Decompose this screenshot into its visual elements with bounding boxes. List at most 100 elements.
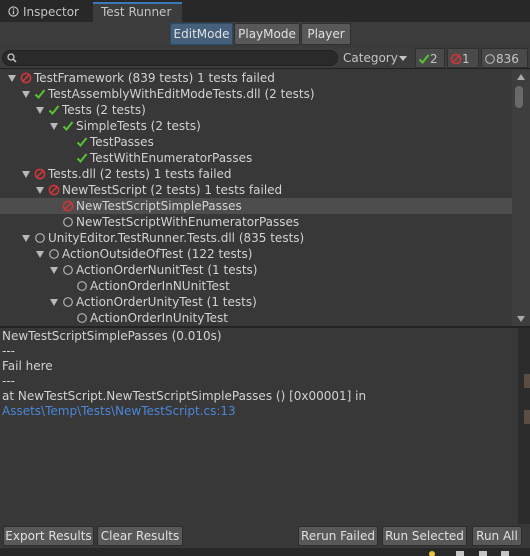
- tree-row-label: ActionOrderNunitTest (1 tests): [76, 263, 258, 277]
- source-file-link[interactable]: Assets\Temp\Tests\NewTestScript.cs:13: [2, 404, 516, 419]
- tree-row[interactable]: Tests (2 tests): [0, 102, 512, 118]
- not-run-icon: [63, 217, 73, 227]
- detail-message: Fail here: [2, 359, 53, 373]
- window-tab-bar: Inspector Test Runner: [0, 0, 530, 22]
- expand-arrow-icon[interactable]: [50, 123, 58, 130]
- search-input[interactable]: [2, 50, 338, 66]
- status-bar: [0, 548, 530, 556]
- build-icon: [501, 551, 509, 556]
- expand-arrow-icon[interactable]: [50, 267, 58, 274]
- playmode-toggle[interactable]: PlayMode: [234, 23, 300, 45]
- scroll-up-arrow-icon[interactable]: [517, 74, 525, 80]
- tree-row-label: ActionOutsideOfTest (122 tests): [62, 247, 253, 261]
- tree-row-label: TestAssemblyWithEditModeTests.dll (2 tes…: [48, 87, 315, 101]
- check-icon: [418, 54, 430, 64]
- failed-icon: [20, 72, 32, 84]
- failed-icon: [48, 184, 60, 196]
- player-toggle[interactable]: Player: [301, 23, 351, 45]
- run-selected-button[interactable]: Run Selected: [382, 526, 467, 546]
- side-panel-edge: [518, 328, 530, 524]
- scroll-down-arrow-icon[interactable]: [517, 316, 525, 322]
- edge-marker: [524, 410, 530, 424]
- network-icon: [456, 551, 464, 556]
- clear-results-button[interactable]: Clear Results: [97, 526, 183, 546]
- detail-separator: ---: [2, 344, 15, 358]
- expand-arrow-icon[interactable]: [36, 251, 44, 258]
- not-run-icon: [49, 249, 59, 259]
- category-dropdown[interactable]: Category: [341, 48, 411, 68]
- mode-toolbar: EditMode PlayMode Player: [0, 22, 530, 46]
- failed-icon: [62, 200, 74, 212]
- tab-test-runner[interactable]: Test Runner: [93, 2, 182, 22]
- expand-arrow-icon[interactable]: [8, 75, 16, 82]
- detail-stack-trace: at NewTestScript.NewTestScriptSimplePass…: [2, 389, 367, 403]
- not-run-icon: [63, 297, 73, 307]
- failed-icon: [450, 53, 462, 65]
- tree-row-label: ActionOrderInUnityTest: [90, 311, 228, 325]
- category-label: Category: [343, 51, 398, 65]
- tab-inspector[interactable]: Inspector: [0, 2, 92, 22]
- test-tree[interactable]: TestFramework (839 tests) 1 tests failed…: [0, 70, 512, 326]
- tree-row[interactable]: ActionOrderInNUnitTest: [0, 278, 512, 294]
- search-icon: [7, 53, 17, 63]
- not-run-icon: [77, 281, 87, 291]
- tree-row-label: Tests (2 tests): [62, 103, 146, 117]
- check-icon: [76, 137, 88, 147]
- tree-row[interactable]: ActionOrderInUnityTest: [0, 310, 512, 326]
- expand-arrow-icon[interactable]: [22, 171, 30, 178]
- dropdown-arrow-icon: [399, 56, 407, 61]
- tree-row[interactable]: UnityEditor.TestRunner.Tests.dll (835 te…: [0, 230, 512, 246]
- tree-row[interactable]: Tests.dll (2 tests) 1 tests failed: [0, 166, 512, 182]
- not-run-icon: [35, 233, 45, 243]
- detail-title: NewTestScriptSimplePasses (0.010s): [2, 329, 222, 343]
- tree-scrollbar[interactable]: [512, 70, 530, 326]
- run-all-button[interactable]: Run All: [472, 526, 522, 546]
- editmode-toggle[interactable]: EditMode: [170, 23, 233, 45]
- tree-row[interactable]: NewTestScriptSimplePasses: [0, 198, 512, 214]
- expand-arrow-icon[interactable]: [22, 235, 30, 242]
- tree-row-label: ActionOrderInNUnitTest: [90, 279, 230, 293]
- tree-row[interactable]: SimpleTests (2 tests): [0, 118, 512, 134]
- failed-filter-toggle[interactable]: 1: [447, 48, 479, 68]
- tree-row-label: TestWithEnumeratorPasses: [90, 151, 253, 165]
- scroll-thumb[interactable]: [515, 86, 523, 108]
- tab-inspector-label: Inspector: [23, 5, 79, 19]
- bulb-icon: [429, 551, 435, 556]
- failed-count: 1: [462, 52, 470, 66]
- test-details-pane: NewTestScriptSimplePasses (0.010s) --- F…: [0, 328, 518, 524]
- info-icon: [8, 6, 19, 17]
- tree-row[interactable]: NewTestScriptWithEnumeratorPasses: [0, 214, 512, 230]
- tree-row-label: SimpleTests (2 tests): [76, 119, 201, 133]
- tree-row-label: NewTestScriptWithEnumeratorPasses: [76, 215, 300, 229]
- edge-marker: [524, 374, 530, 388]
- check-icon: [48, 105, 60, 115]
- check-icon: [62, 121, 74, 131]
- check-icon: [76, 153, 88, 163]
- tree-row[interactable]: TestFramework (839 tests) 1 tests failed: [0, 70, 512, 86]
- tree-row[interactable]: TestAssemblyWithEditModeTests.dll (2 tes…: [0, 86, 512, 102]
- tree-row[interactable]: ActionOrderUnityTest (1 tests): [0, 294, 512, 310]
- not-run-icon: [63, 265, 73, 275]
- not-run-filter-toggle[interactable]: 836: [481, 48, 528, 68]
- tree-row-label: UnityEditor.TestRunner.Tests.dll (835 te…: [48, 231, 305, 245]
- tree-row[interactable]: TestPasses: [0, 134, 512, 150]
- failed-icon: [34, 168, 46, 180]
- expand-arrow-icon[interactable]: [36, 107, 44, 114]
- tree-row[interactable]: ActionOrderNunitTest (1 tests): [0, 262, 512, 278]
- not-run-icon: [485, 54, 495, 64]
- export-results-button[interactable]: Export Results: [3, 526, 94, 546]
- filter-toolbar: Category 2 1 836: [0, 47, 530, 69]
- tree-row[interactable]: TestWithEnumeratorPasses: [0, 150, 512, 166]
- rerun-failed-button[interactable]: Rerun Failed: [298, 526, 378, 546]
- expand-arrow-icon[interactable]: [22, 91, 30, 98]
- passed-filter-toggle[interactable]: 2: [415, 48, 445, 68]
- tree-row-label: TestPasses: [90, 135, 154, 149]
- action-button-bar: Export Results Clear Results Rerun Faile…: [0, 524, 530, 548]
- tree-row-label: NewTestScriptSimplePasses: [76, 199, 242, 213]
- detail-separator: ---: [2, 374, 15, 388]
- not-run-icon: [77, 313, 87, 323]
- tree-row[interactable]: ActionOutsideOfTest (122 tests): [0, 246, 512, 262]
- expand-arrow-icon[interactable]: [36, 187, 44, 194]
- tree-row[interactable]: NewTestScript (2 tests) 1 tests failed: [0, 182, 512, 198]
- expand-arrow-icon[interactable]: [50, 299, 58, 306]
